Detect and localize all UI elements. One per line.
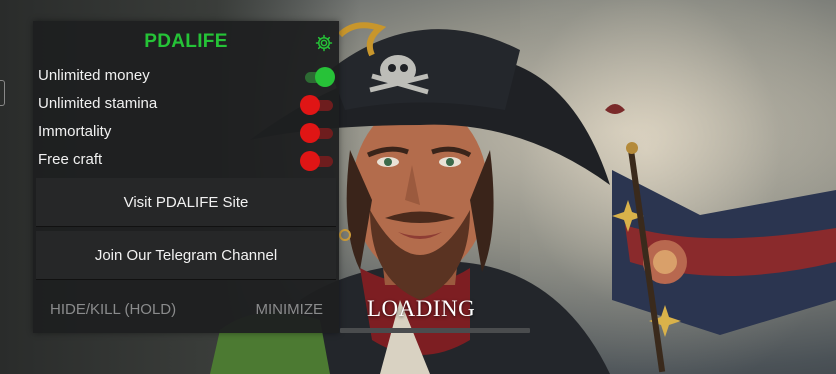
join-telegram-button[interactable]: Join Our Telegram Channel <box>36 231 336 279</box>
toggle-label: Unlimited stamina <box>38 95 158 112</box>
mod-menu-panel: PDALIFE Unlimited money Unlimited stamin… <box>33 21 339 333</box>
visit-site-button[interactable]: Visit PDALIFE Site <box>36 178 336 226</box>
menu-footer: HIDE/KILL (HOLD) MINIMIZE <box>33 295 339 333</box>
unlimited-stamina-switch[interactable] <box>300 95 333 115</box>
minimize-button[interactable]: MINIMIZE <box>256 301 324 318</box>
hide-kill-button[interactable]: HIDE/KILL (HOLD) <box>50 301 176 318</box>
side-pull-handle[interactable] <box>0 80 5 106</box>
menu-title: PDALIFE <box>144 31 228 52</box>
immortality-switch[interactable] <box>300 123 333 143</box>
switch-thumb <box>300 151 320 171</box>
gear-icon[interactable] <box>315 34 333 52</box>
toggle-row-free-craft[interactable]: Free craft <box>33 147 339 175</box>
switch-thumb <box>315 67 335 87</box>
toggle-row-unlimited-money[interactable]: Unlimited money <box>33 63 339 91</box>
loading-progress-bar <box>340 328 530 333</box>
mod-menu-header: PDALIFE <box>33 21 339 63</box>
loading-text: LOADING <box>367 296 476 321</box>
toggle-row-unlimited-stamina[interactable]: Unlimited stamina <box>33 91 339 119</box>
toggle-label: Immortality <box>38 123 112 140</box>
toggle-label: Unlimited money <box>38 67 150 84</box>
switch-thumb <box>300 95 320 115</box>
switch-thumb <box>300 123 320 143</box>
game-screen: PDALIFE Unlimited money Unlimited stamin… <box>0 0 836 374</box>
toggle-row-immortality[interactable]: Immortality <box>33 119 339 147</box>
free-craft-switch[interactable] <box>300 151 333 171</box>
unlimited-money-switch[interactable] <box>303 67 335 87</box>
toggle-label: Free craft <box>38 151 103 168</box>
